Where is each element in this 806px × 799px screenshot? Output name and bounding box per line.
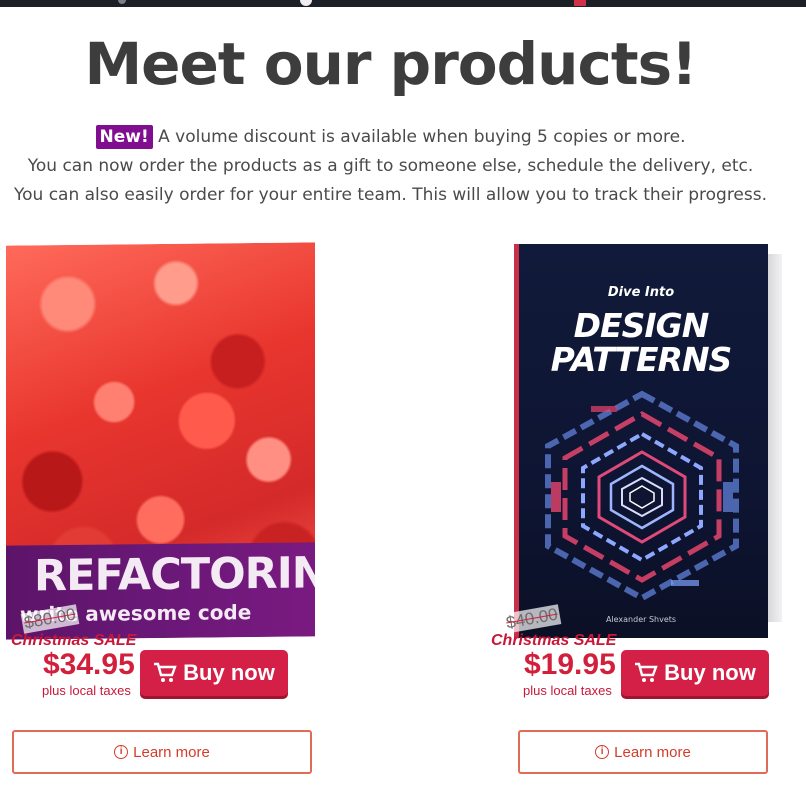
new-badge: New! — [95, 125, 153, 149]
cover-title: REFACTORING — [34, 547, 315, 602]
banner-dot-icon — [118, 0, 126, 4]
buy-now-label: Buy now — [183, 660, 275, 685]
info-circle-icon: i — [595, 745, 610, 759]
page-title: Meet our products! — [84, 30, 697, 98]
taxes-note: plus local taxes — [523, 683, 612, 698]
intro-line-3: You can also easily order for your entir… — [13, 185, 768, 205]
intro-text: New! A volume discount is available when… — [0, 123, 781, 210]
learn-more-button[interactable]: i Learn more — [12, 730, 312, 774]
cover-pretitle: Dive Into — [607, 285, 675, 300]
design-patterns-book-cover[interactable]: Dive Into DESIGN PATTERNS Alexander Shve… — [514, 244, 768, 638]
gift-icon — [300, 0, 312, 6]
price: $34.95 — [43, 648, 135, 681]
banner-cart-icon — [574, 0, 586, 6]
shopping-cart-icon — [635, 662, 658, 682]
buy-now-button[interactable]: Buy now — [140, 650, 288, 696]
cover-title-line-2: PATTERNS — [550, 340, 733, 379]
learn-more-label: Learn more — [614, 743, 691, 761]
buy-now-button[interactable]: Buy now — [621, 650, 769, 696]
learn-more-button[interactable]: i Learn more — [518, 730, 768, 774]
intro-line-2: You can now order the products as a gift… — [27, 156, 754, 176]
promo-banner[interactable] — [0, 0, 806, 7]
learn-more-label: Learn more — [133, 743, 210, 761]
price: $19.95 — [524, 648, 616, 681]
intro-line-1: New! A volume discount is available when… — [0, 123, 781, 152]
buy-now-label: Buy now — [664, 660, 756, 685]
hexagon-tunnel-illustration — [545, 390, 739, 602]
taxes-note: plus local taxes — [42, 683, 131, 698]
refactoring-book-cover[interactable]: REFACTORING write awesome code — [6, 242, 315, 640]
shopping-cart-icon — [154, 662, 177, 682]
intro-line-1-text: A volume discount is available when buyi… — [152, 127, 686, 147]
info-circle-icon: i — [114, 745, 129, 759]
cover-spine — [514, 244, 519, 638]
